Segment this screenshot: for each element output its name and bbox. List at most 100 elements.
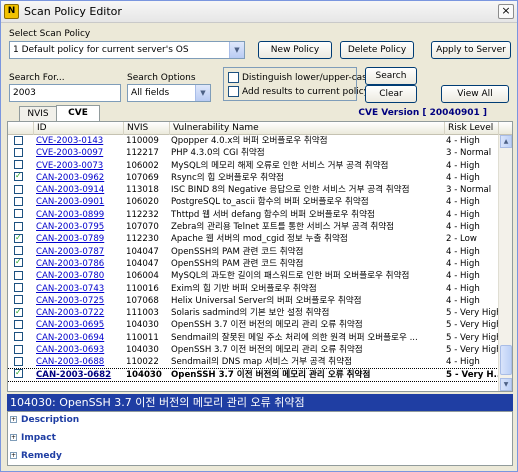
section-description[interactable]: + Description bbox=[10, 415, 79, 425]
table-row[interactable]: CVE-2003-0097 112217 PHP 4.3.0의 CGI 취약점 3 -… bbox=[8, 147, 498, 159]
add-results-checkbox[interactable] bbox=[228, 86, 239, 97]
tab-nvis[interactable]: NVIS bbox=[19, 106, 57, 121]
cve-id-link[interactable]: CAN-2003-0743 bbox=[36, 283, 124, 295]
table-row[interactable]: CAN-2003-0743 110016 Exim의 힙 기반 버퍼 오버플로우 취… bbox=[8, 283, 498, 295]
cve-id-link[interactable]: CAN-2003-0695 bbox=[36, 319, 124, 331]
row-checkbox[interactable] bbox=[14, 147, 23, 157]
row-checkbox[interactable] bbox=[14, 172, 23, 183]
row-checkbox-cell[interactable] bbox=[14, 356, 28, 368]
view-all-button[interactable]: View All bbox=[441, 85, 509, 103]
cve-id-link[interactable]: CAN-2003-0682 bbox=[36, 369, 124, 381]
row-checkbox-cell[interactable] bbox=[14, 344, 28, 356]
header-id[interactable]: ID bbox=[34, 122, 124, 135]
search-input[interactable]: 2003 bbox=[9, 84, 121, 102]
cve-id-link[interactable]: CAN-2003-0914 bbox=[36, 184, 124, 196]
row-checkbox[interactable] bbox=[14, 221, 23, 231]
row-checkbox[interactable] bbox=[14, 295, 23, 305]
header-nvis[interactable]: NVIS bbox=[124, 122, 170, 135]
table-row[interactable]: CAN-2003-0695 104030 OpenSSH 3.7 이전 버전의 메모… bbox=[8, 319, 502, 331]
table-row[interactable]: CAN-2003-0901 106020 PostgreSQL to_ascii 함… bbox=[8, 196, 498, 208]
table-row[interactable]: CAN-2003-0725 107068 Helix Universal Serve… bbox=[8, 295, 498, 307]
table-row[interactable]: CAN-2003-0688 110022 Sendmail의 DNS map 서비스… bbox=[8, 356, 498, 368]
row-checkbox[interactable] bbox=[14, 332, 23, 342]
table-row[interactable]: CAN-2003-0780 106004 MySQL의 과도한 길이의 패스워드로 … bbox=[8, 270, 498, 282]
row-checkbox-cell[interactable] bbox=[14, 270, 28, 282]
row-checkbox-cell[interactable] bbox=[14, 319, 28, 331]
row-checkbox[interactable] bbox=[14, 283, 23, 293]
table-row[interactable]: CAN-2003-0789112230 Apache 웹 서버의 mod_cgid… bbox=[8, 233, 498, 245]
case-sensitive-option[interactable]: Distinguish lower/upper-case bbox=[228, 72, 372, 83]
row-checkbox-cell[interactable] bbox=[14, 172, 28, 184]
row-checkbox[interactable] bbox=[14, 196, 23, 206]
row-checkbox[interactable] bbox=[14, 246, 23, 256]
row-checkbox[interactable] bbox=[14, 356, 23, 366]
row-checkbox[interactable] bbox=[14, 184, 23, 194]
table-row[interactable]: CVE-2003-0073 106002 MySQL의 메모리 해제 오류로 인한 … bbox=[8, 160, 498, 172]
row-checkbox-cell[interactable] bbox=[14, 295, 28, 307]
close-button[interactable]: × bbox=[498, 4, 514, 19]
table-row[interactable]: CAN-2003-0962107069 Rsync의 힙 오버플로우 취약점 4 -… bbox=[8, 172, 498, 184]
table-row[interactable]: CAN-2003-0693 104030 OpenSSH 3.7 이전 버전의 메모… bbox=[8, 344, 502, 356]
table-row[interactable]: CAN-2003-0722111003 Solaris sadmind의 기본 보… bbox=[8, 307, 502, 319]
row-checkbox[interactable] bbox=[14, 307, 23, 318]
search-options-select[interactable]: All fields ▼ bbox=[127, 84, 211, 102]
table-row[interactable]: CAN-2003-0914 113018 ISC BIND 8의 Negative … bbox=[8, 184, 498, 196]
cve-id-link[interactable]: CAN-2003-0786 bbox=[36, 258, 124, 270]
add-results-option[interactable]: Add results to current policy bbox=[228, 86, 369, 97]
cve-id-link[interactable]: CVE-2003-0097 bbox=[36, 147, 124, 159]
cve-id-link[interactable]: CAN-2003-0899 bbox=[36, 209, 124, 221]
row-checkbox-cell[interactable] bbox=[14, 221, 28, 233]
scroll-thumb[interactable] bbox=[500, 345, 512, 375]
cve-id-link[interactable]: CAN-2003-0694 bbox=[36, 332, 124, 344]
cve-id-link[interactable]: CAN-2003-0795 bbox=[36, 221, 124, 233]
row-checkbox-cell[interactable] bbox=[14, 184, 28, 196]
new-policy-button[interactable]: New Policy bbox=[258, 41, 332, 59]
row-checkbox-cell[interactable] bbox=[14, 332, 28, 344]
row-checkbox[interactable] bbox=[14, 160, 23, 170]
cve-id-link[interactable]: CAN-2003-0787 bbox=[36, 246, 124, 258]
table-row[interactable]: CAN-2003-0795 107070 Zebra의 관리용 Telnet 포트를… bbox=[8, 221, 498, 233]
section-impact[interactable]: + Impact bbox=[10, 433, 56, 443]
row-checkbox-cell[interactable] bbox=[14, 246, 28, 258]
row-checkbox-cell[interactable] bbox=[14, 258, 28, 270]
row-checkbox-cell[interactable] bbox=[14, 233, 28, 245]
search-button[interactable]: Search bbox=[365, 67, 417, 85]
expand-icon[interactable]: + bbox=[10, 434, 17, 441]
cve-id-link[interactable]: CAN-2003-0688 bbox=[36, 356, 124, 368]
row-checkbox[interactable] bbox=[14, 258, 23, 269]
row-checkbox-cell[interactable] bbox=[14, 160, 28, 172]
tab-cve[interactable]: CVE bbox=[56, 105, 100, 121]
row-checkbox[interactable] bbox=[14, 135, 23, 145]
case-sensitive-checkbox[interactable] bbox=[228, 72, 239, 83]
row-checkbox-cell[interactable] bbox=[14, 135, 28, 147]
scroll-up-icon[interactable]: ▲ bbox=[500, 135, 512, 148]
table-row[interactable]: CAN-2003-0786104047 OpenSSH의 PAM 관련 코드 취약… bbox=[8, 258, 498, 270]
row-checkbox[interactable] bbox=[14, 319, 23, 329]
policy-select[interactable]: 1 Default policy for current server's OS… bbox=[9, 41, 245, 59]
delete-policy-button[interactable]: Delete Policy bbox=[340, 41, 414, 59]
row-checkbox-cell[interactable] bbox=[14, 369, 28, 381]
cve-id-link[interactable]: CAN-2003-0789 bbox=[36, 233, 124, 245]
cve-id-link[interactable]: CAN-2003-0901 bbox=[36, 196, 124, 208]
row-checkbox-cell[interactable] bbox=[14, 283, 28, 295]
cve-id-link[interactable]: CVE-2003-0073 bbox=[36, 160, 124, 172]
cve-id-link[interactable]: CAN-2003-0962 bbox=[36, 172, 124, 184]
expand-icon[interactable]: + bbox=[10, 452, 17, 459]
table-row[interactable]: CVE-2003-0143 110009 Qpopper 4.0.x의 버퍼 오버플… bbox=[8, 135, 498, 147]
title-bar[interactable]: N Scan Policy Editor × bbox=[1, 1, 517, 23]
clear-button[interactable]: Clear bbox=[365, 85, 417, 103]
apply-to-server-button[interactable]: Apply to Server bbox=[431, 41, 511, 59]
row-checkbox-cell[interactable] bbox=[14, 147, 28, 159]
grid-scrollbar[interactable]: ▲ ▼ bbox=[498, 135, 512, 391]
cve-id-link[interactable]: CAN-2003-0725 bbox=[36, 295, 124, 307]
table-row[interactable]: CAN-2003-0682104030 OpenSSH 3.7 이전 버전의 메모… bbox=[8, 367, 503, 382]
header-vulnerability-name[interactable]: Vulnerability Name bbox=[170, 122, 445, 135]
row-checkbox-cell[interactable] bbox=[14, 196, 28, 208]
cve-id-link[interactable]: CVE-2003-0143 bbox=[36, 135, 124, 147]
row-checkbox-cell[interactable] bbox=[14, 209, 28, 221]
header-check[interactable] bbox=[8, 122, 34, 135]
chevron-down-icon[interactable]: ▼ bbox=[195, 85, 210, 101]
table-row[interactable]: CAN-2003-0694 110011 Sendmail의 잘못된 메일 주소 처… bbox=[8, 332, 502, 344]
row-checkbox[interactable] bbox=[14, 270, 23, 280]
row-checkbox[interactable] bbox=[14, 344, 23, 354]
